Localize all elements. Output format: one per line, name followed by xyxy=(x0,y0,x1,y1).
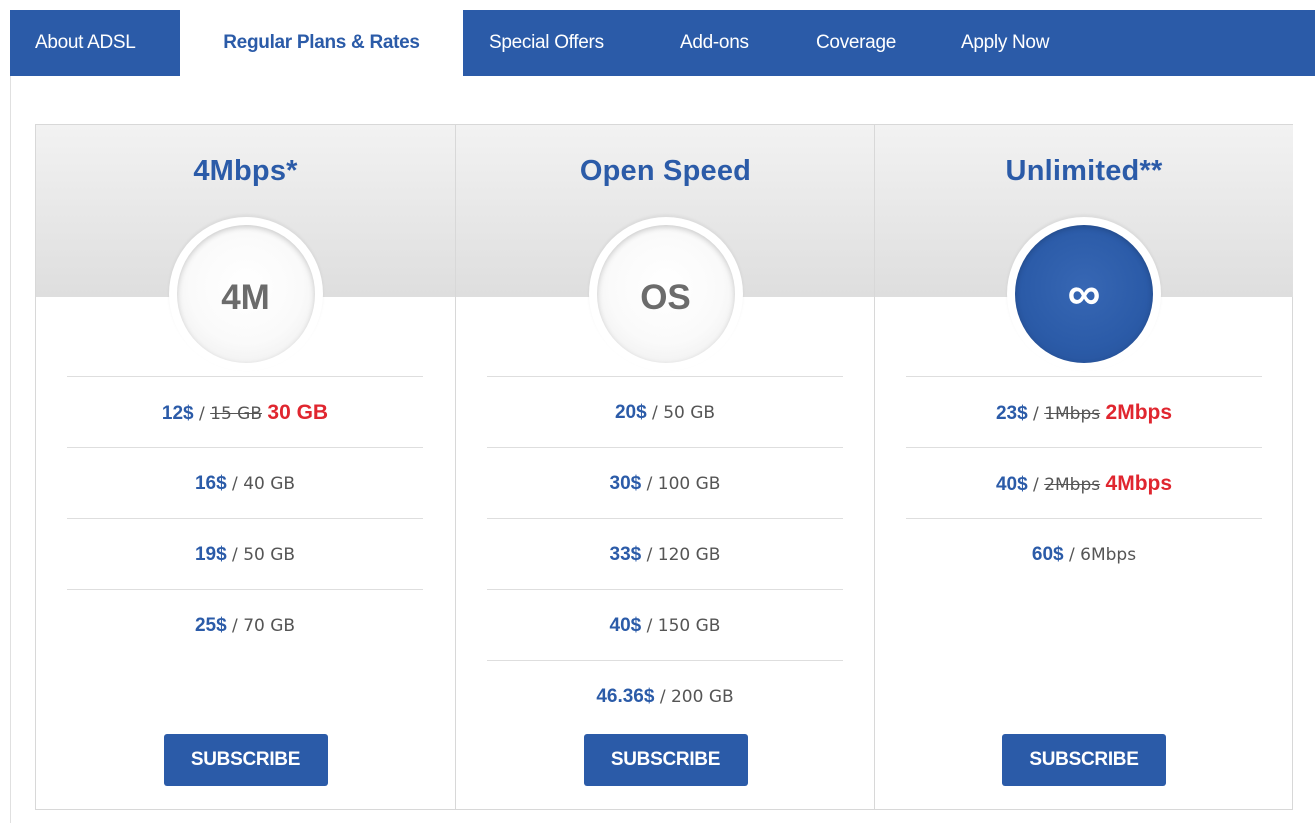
subscribe-button[interactable]: SUBSCRIBE xyxy=(583,734,748,786)
tab-about-adsl[interactable]: About ADSL xyxy=(35,10,136,76)
rate-value: 200 GB xyxy=(670,687,734,707)
rate-row: 46.36$ / 200 GB xyxy=(487,660,843,731)
rate-separator: / xyxy=(1069,545,1075,565)
rate-separator: / xyxy=(1033,404,1039,424)
rate-value: 100 GB xyxy=(657,474,721,494)
rate-price: 60$ xyxy=(1031,544,1064,565)
tab-regular-plans-rates[interactable]: Regular Plans & Rates xyxy=(180,10,463,78)
plan-title: Unlimited** xyxy=(1005,155,1163,187)
rate-value: 70 GB xyxy=(243,616,296,636)
subscribe-button[interactable]: SUBSCRIBE xyxy=(1002,734,1166,786)
rate-price: 20$ xyxy=(614,402,647,423)
rate-old-value: 15 GB xyxy=(210,404,262,424)
rate-row: 60$ / 6Mbps xyxy=(906,518,1262,589)
plan-title: 4Mbps* xyxy=(193,155,298,187)
plan-badge: ∞ xyxy=(1007,217,1161,371)
rate-separator: / xyxy=(646,545,653,565)
tab-coverage[interactable]: Coverage xyxy=(816,10,896,76)
rate-value: 150 GB xyxy=(657,616,721,636)
rate-value: 120 GB xyxy=(657,545,721,565)
rate-value: 50 GB xyxy=(663,403,716,423)
content-border xyxy=(10,76,11,823)
rate-price: 16$ xyxy=(194,473,227,494)
plan-rates: 23$ / 1Mbps 2Mbps 40$ / 2Mbps 4Mbps 60$ … xyxy=(906,376,1262,589)
rate-value: 6Mbps xyxy=(1080,545,1137,565)
rate-row: 30$ / 100 GB xyxy=(487,447,843,518)
rate-separator: / xyxy=(646,474,653,494)
pricing-table: 4Mbps* 4M 12$ / 15 GB 30 GB 16$ / 40 GB … xyxy=(35,124,1293,810)
plan-badge: OS xyxy=(588,217,743,371)
rate-price: 46.36$ xyxy=(596,686,655,707)
rate-value: 50 GB xyxy=(243,545,296,565)
plan-badge-label: OS xyxy=(596,225,735,363)
infinity-icon: ∞ xyxy=(1015,225,1153,363)
rate-separator: / xyxy=(232,545,238,565)
rate-new-value: 2Mbps xyxy=(1105,401,1173,424)
rate-row: 40$ / 150 GB xyxy=(487,589,843,660)
rate-price: 19$ xyxy=(194,544,227,565)
rate-price: 12$ xyxy=(161,403,194,424)
rate-separator: / xyxy=(1033,475,1039,495)
rate-price: 25$ xyxy=(194,615,227,636)
tab-apply-now[interactable]: Apply Now xyxy=(961,10,1049,76)
rate-separator: / xyxy=(232,474,238,494)
rate-row: 16$ / 40 GB xyxy=(67,447,423,518)
rate-new-value: 4Mbps xyxy=(1105,472,1173,495)
rate-price: 33$ xyxy=(609,544,642,565)
rate-separator: / xyxy=(652,403,658,423)
tab-special-offers[interactable]: Special Offers xyxy=(489,10,604,76)
rate-separator: / xyxy=(198,404,205,424)
plan-title: Open Speed xyxy=(579,155,752,187)
rate-old-value: 2Mbps xyxy=(1044,475,1101,495)
plan-card-unlimited: Unlimited** ∞ 23$ / 1Mbps 2Mbps 40$ / 2M… xyxy=(874,125,1293,809)
rate-separator: / xyxy=(646,616,653,636)
rate-row: 40$ / 2Mbps 4Mbps xyxy=(906,447,1262,518)
rate-value: 40 GB xyxy=(243,474,296,494)
rate-row: 12$ / 15 GB 30 GB xyxy=(67,376,423,447)
rate-price: 40$ xyxy=(995,474,1028,495)
plan-card-4mbps: 4Mbps* 4M 12$ / 15 GB 30 GB 16$ / 40 GB … xyxy=(36,125,455,809)
rate-row: 23$ / 1Mbps 2Mbps xyxy=(906,376,1262,447)
rate-price: 23$ xyxy=(995,403,1028,424)
plan-card-open-speed: Open Speed OS 20$ / 50 GB 30$ / 100 GB 3… xyxy=(455,125,875,809)
tab-add-ons[interactable]: Add-ons xyxy=(680,10,749,76)
rate-row: 19$ / 50 GB xyxy=(67,518,423,589)
subscribe-button[interactable]: SUBSCRIBE xyxy=(163,734,328,786)
rate-row: 20$ / 50 GB xyxy=(487,376,843,447)
rate-separator: / xyxy=(232,616,238,636)
plan-badge: 4M xyxy=(168,217,323,371)
rate-old-value: 1Mbps xyxy=(1044,404,1101,424)
rate-row: 25$ / 70 GB xyxy=(67,589,423,660)
rate-row: 33$ / 120 GB xyxy=(487,518,843,589)
rate-price: 40$ xyxy=(609,615,642,636)
rate-new-value: 30 GB xyxy=(267,401,329,424)
rate-separator: / xyxy=(659,687,666,707)
rate-price: 30$ xyxy=(609,473,642,494)
plan-rates: 20$ / 50 GB 30$ / 100 GB 33$ / 120 GB 40… xyxy=(487,376,843,731)
plan-rates: 12$ / 15 GB 30 GB 16$ / 40 GB 19$ / 50 G… xyxy=(67,376,423,660)
plan-badge-label: 4M xyxy=(176,225,315,363)
tab-bar: About ADSL Regular Plans & Rates Special… xyxy=(10,10,1315,78)
